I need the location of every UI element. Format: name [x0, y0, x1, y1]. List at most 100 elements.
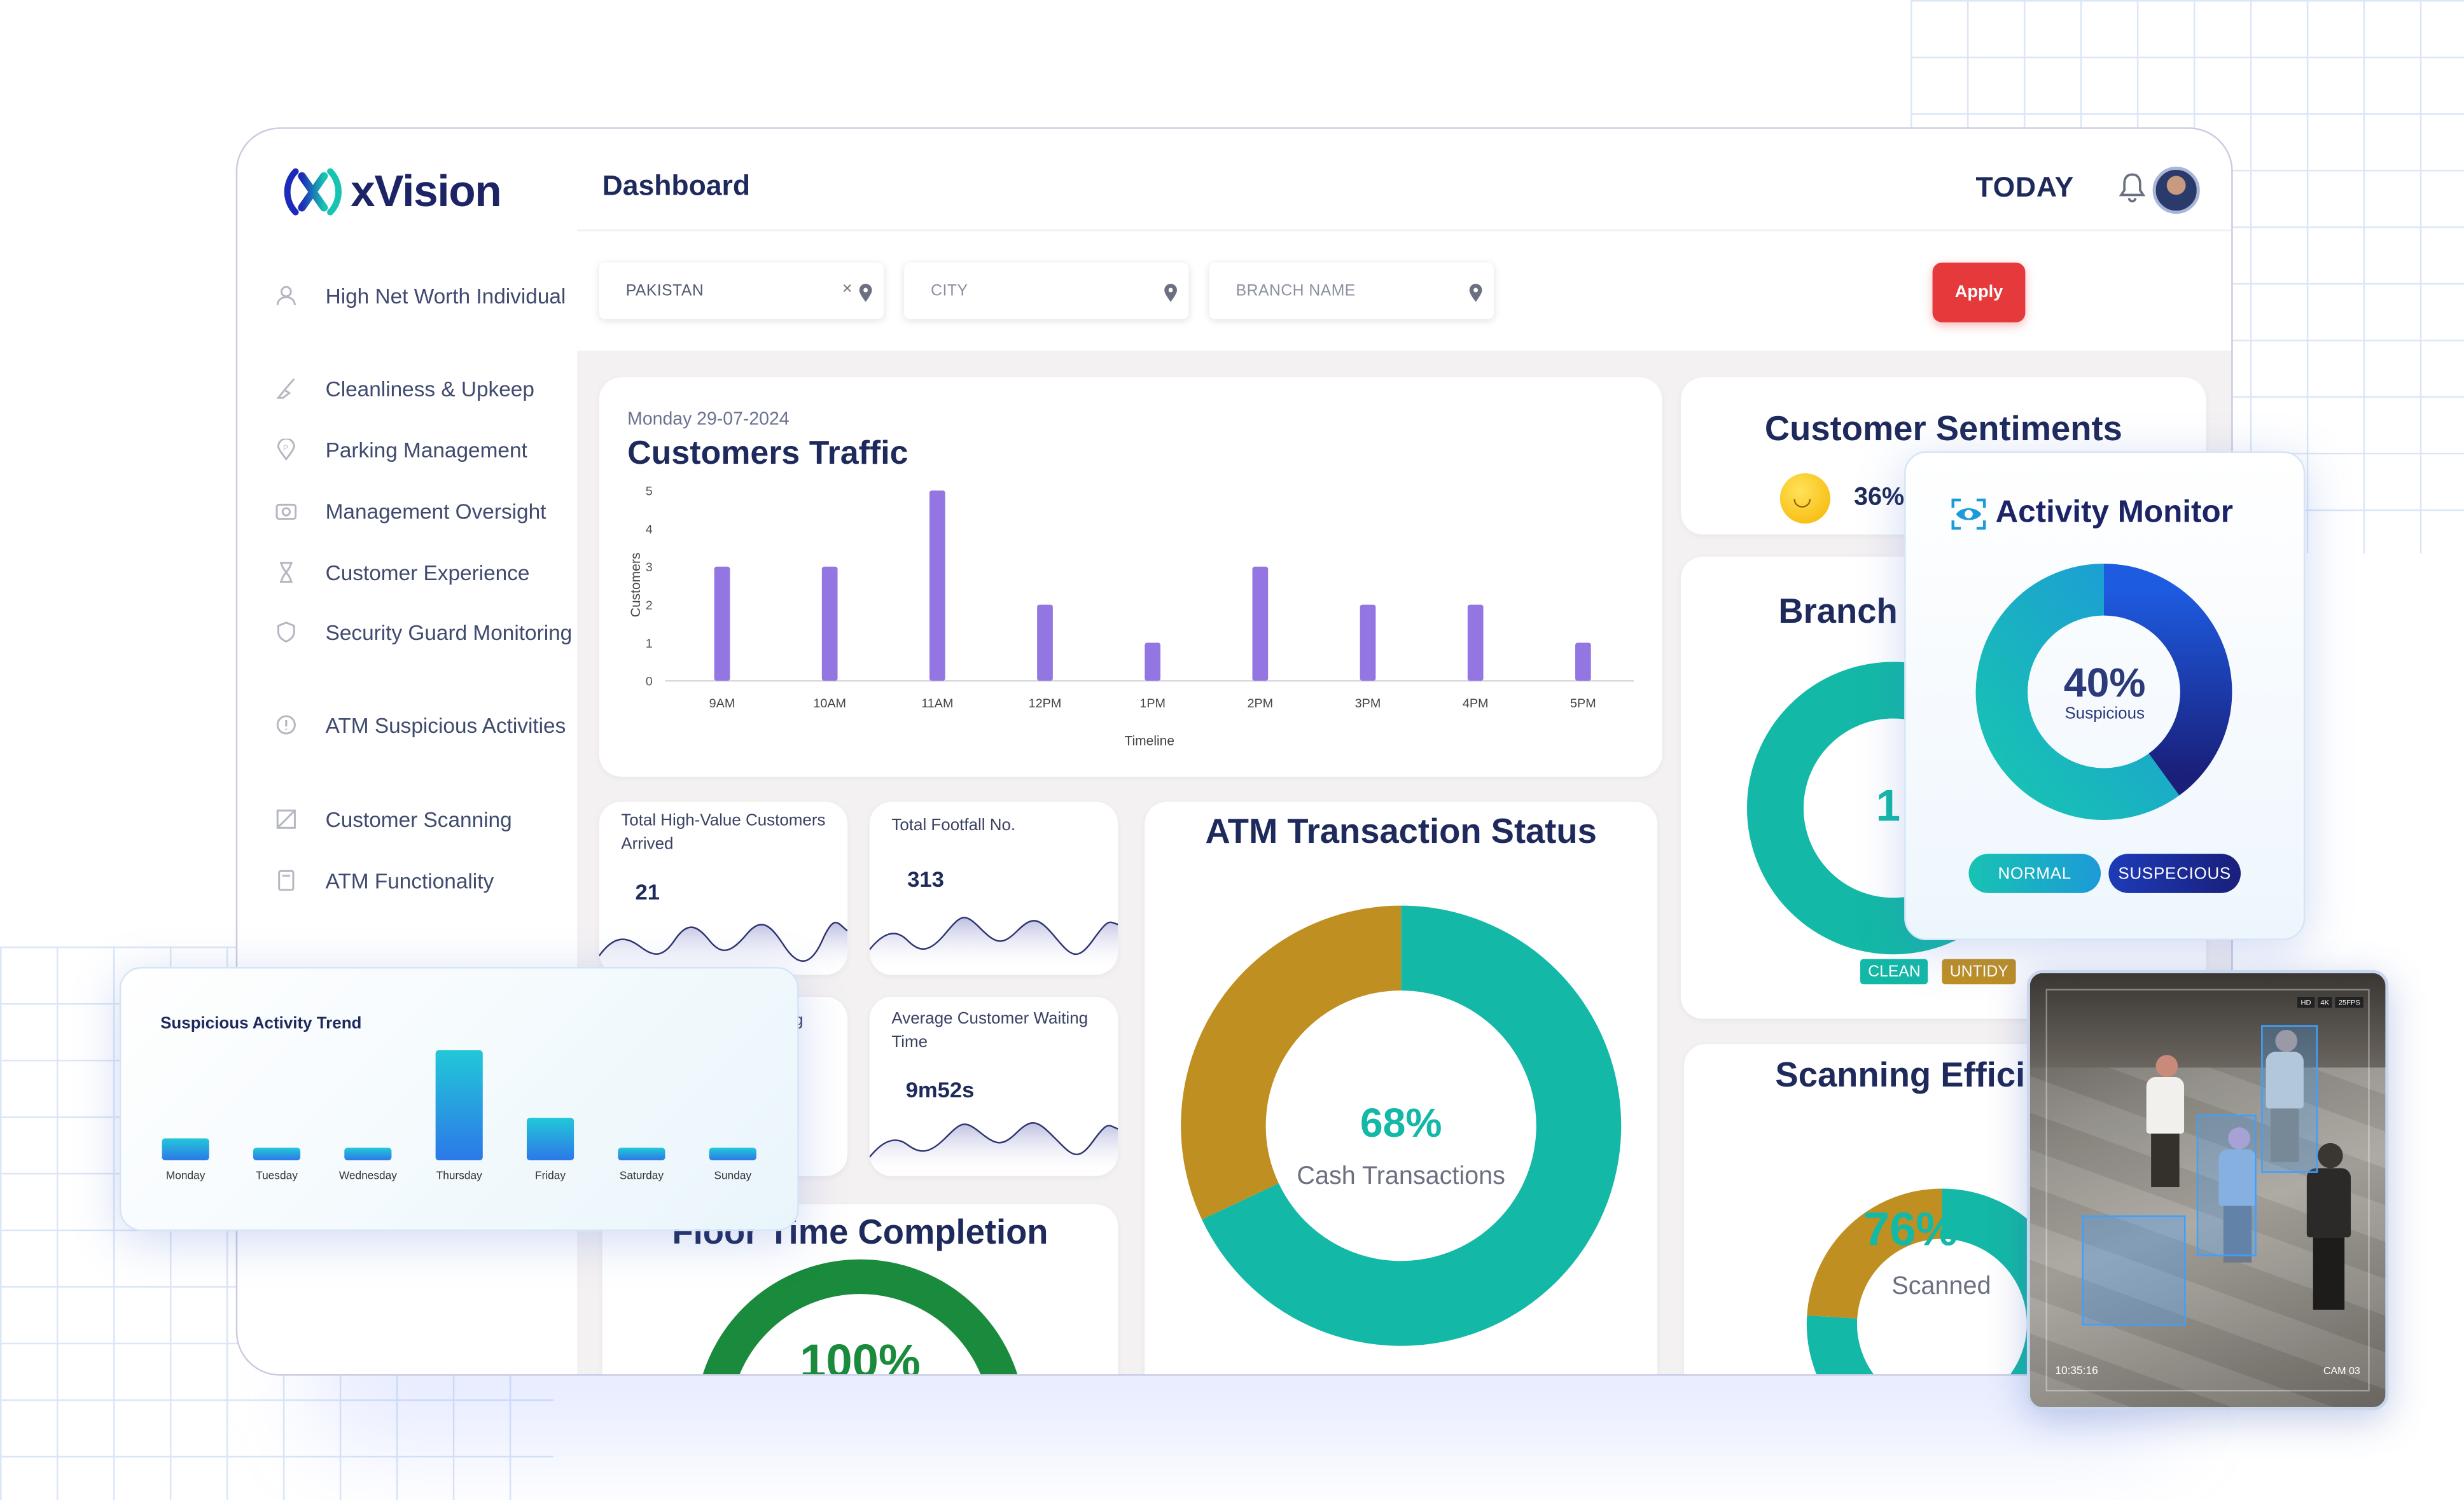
camera-id: CAM 03	[2323, 1366, 2360, 1378]
x-tick-label: 3PM	[1355, 697, 1381, 711]
sparkline	[869, 1122, 1118, 1176]
traffic-bar	[929, 490, 945, 681]
suspicious-button[interactable]: SUSPECIOUS	[2108, 854, 2241, 893]
header: Dashboard TODAY	[577, 128, 2232, 230]
scanning-value: 76%	[1863, 1204, 1958, 1256]
x-tick-label: 11AM	[921, 697, 953, 711]
sidebar-item-cleanliness[interactable]: Cleanliness & Upkeep	[275, 373, 574, 406]
trend-day-label: Monday	[166, 1169, 205, 1182]
trend-day-label: Wednesday	[339, 1169, 397, 1182]
trend-day-label: Thursday	[436, 1169, 482, 1182]
y-axis-label: Customers	[629, 553, 643, 618]
city-placeholder: CITY	[931, 282, 968, 301]
x-tick-label: 4PM	[1463, 697, 1489, 711]
bell-icon[interactable]	[2118, 171, 2146, 203]
country-value: PAKISTAN	[625, 282, 704, 301]
sentiments-title: Customer Sentiments	[1764, 408, 2122, 448]
footfall-label: Total Footfall No.	[891, 816, 1016, 835]
camera-feed[interactable]: HD 4K 25FPS 10:35:16 CAM 03	[2026, 969, 2389, 1411]
atm-value: 68%	[1360, 1099, 1442, 1146]
xvision-logo-icon	[284, 168, 342, 216]
user-icon	[276, 286, 296, 305]
sidebar-item-label: Security Guard Monitoring	[325, 621, 573, 645]
trend-day-label: Saturday	[620, 1169, 664, 1182]
trend-bar	[162, 1138, 209, 1161]
sidebar-item-label: ATM Suspicious Activities	[325, 714, 566, 738]
app-name: xVision	[351, 166, 502, 216]
scan-icon	[276, 809, 296, 829]
logo: xVision	[281, 166, 502, 217]
country-select[interactable]: PAKISTAN ×	[599, 262, 884, 319]
traffic-bar	[1145, 642, 1161, 681]
sidebar-item-management-oversight[interactable]: Management Oversight	[275, 496, 574, 529]
sidebar-item-customer-scanning[interactable]: Customer Scanning	[275, 803, 574, 837]
average-waiting-card: Average Customer Waiting Time 9m52s	[869, 996, 1118, 1176]
shield-icon	[277, 622, 295, 643]
atm-label: Cash Transactions	[1297, 1163, 1505, 1191]
high-value-count: 21	[635, 878, 660, 905]
activity-label: Suspicious	[2064, 704, 2145, 723]
trend-bar	[526, 1118, 574, 1161]
4k-badge: 4K	[2317, 996, 2332, 1008]
activity-monitor-panel: Activity Monitor 40% Suspicious NORMAL S…	[1904, 451, 2306, 941]
trend-day-label: Friday	[535, 1169, 566, 1182]
smile-icon: ◡	[1779, 473, 1830, 524]
sidebar-item-customer-experience[interactable]: Customer Experience	[275, 557, 574, 590]
sidebar-item-parking[interactable]: P Parking Management	[275, 434, 574, 467]
sentiment-positive-value: 36%	[1854, 484, 1905, 511]
alert-icon	[276, 715, 296, 735]
customers-traffic-card: Monday 29-07-2024 Customers Traffic 0123…	[599, 377, 1662, 777]
broom-icon	[276, 378, 295, 399]
x-tick-label: 2PM	[1248, 697, 1274, 711]
branch-select[interactable]: BRANCH NAME	[1209, 262, 1494, 319]
sidebar-item-label: Management Oversight	[325, 499, 546, 524]
atm-icon	[278, 870, 295, 891]
customers-traffic-chart: 0 1 2 3 4 5 9AM 10AM 11AM 12PM 1PM 2PM 3PM 4PM 5PM Time…	[629, 485, 1634, 749]
location-pin-icon	[1164, 284, 1177, 302]
sidebar-item-high-net-worth[interactable]: High Net Worth Individual	[275, 280, 574, 313]
x-axis-label: Timeline	[1124, 734, 1174, 749]
trend-bar	[709, 1148, 756, 1161]
date-range-selector[interactable]: TODAY	[1975, 171, 2074, 204]
y-tick-label: 5	[646, 485, 653, 499]
trend-bar	[344, 1148, 392, 1161]
svg-text:P: P	[283, 443, 288, 452]
floor-time-value: 100%	[800, 1336, 921, 1376]
camera-timestamp: 10:35:16	[2055, 1366, 2098, 1378]
x-tick-label: 12PM	[1029, 697, 1062, 711]
sidebar-item-label: Cleanliness & Upkeep	[325, 377, 534, 401]
y-tick-label: 1	[646, 637, 653, 651]
avatar[interactable]	[2152, 166, 2200, 214]
hourglass-icon	[279, 562, 293, 583]
camera-overlay-frame	[2045, 989, 2370, 1392]
footfall-count: 313	[907, 866, 944, 892]
waiting-label: Average Customer Waiting Time	[891, 1009, 1089, 1052]
branch-value: 1	[1876, 781, 1901, 831]
high-value-customers-card: Total High-Value Customers Arrived 21	[599, 802, 848, 975]
sidebar-item-label: Customer Experience	[325, 561, 530, 585]
city-select[interactable]: CITY	[904, 262, 1189, 319]
sparkline	[869, 917, 1118, 972]
x-tick-label: 5PM	[1570, 697, 1596, 711]
normal-button[interactable]: NORMAL	[1968, 854, 2101, 893]
traffic-bar	[714, 566, 730, 681]
tag-clean[interactable]: CLEAN	[1860, 959, 1929, 985]
activity-value: 40%	[2063, 658, 2146, 706]
clear-icon[interactable]: ×	[842, 280, 853, 299]
atm-donut-chart	[1181, 905, 1622, 1346]
y-tick-label: 3	[646, 560, 653, 574]
sidebar-item-atm-functionality[interactable]: ATM Functionality	[275, 865, 574, 898]
tag-untidy[interactable]: UNTIDY	[1942, 959, 2017, 985]
location-pin-icon	[1469, 284, 1482, 302]
y-tick-label: 0	[646, 675, 653, 689]
traffic-bar	[1037, 604, 1053, 681]
suspicious-trend-panel: Suspicious Activity Trend Monday Tuesday W…	[119, 967, 799, 1232]
x-tick-label: 10AM	[813, 697, 846, 711]
apply-button[interactable]: Apply	[1932, 262, 2026, 323]
total-footfall-card: Total Footfall No. 313	[869, 802, 1118, 975]
y-tick-label: 2	[646, 599, 653, 613]
sidebar-item-security-guard[interactable]: Security Guard Monitoring	[275, 616, 574, 649]
sidebar-item-atm-suspicious[interactable]: ATM Suspicious Activities	[275, 709, 574, 742]
sidebar-item-label: High Net Worth Individual	[325, 284, 566, 309]
sparkline	[599, 921, 848, 975]
